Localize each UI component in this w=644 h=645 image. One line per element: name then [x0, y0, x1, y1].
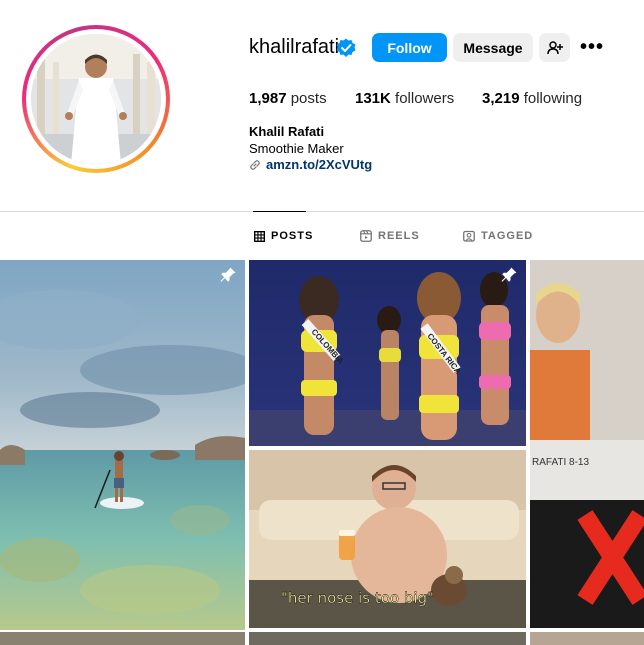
message-button[interactable]: Message: [453, 33, 533, 62]
active-tab-indicator: [253, 211, 306, 212]
meme-caption: "her nose is too big": [281, 589, 434, 607]
avatar-photo: [31, 34, 161, 164]
profile-avatar-ring[interactable]: [22, 25, 170, 173]
pinned-icon: [220, 267, 236, 282]
grid-icon: [254, 230, 265, 242]
bio-full-name: Khalil Rafati: [249, 124, 325, 139]
bio-link-row[interactable]: amzn.to/2XcVUtg: [249, 157, 372, 172]
post-tile-row3-left[interactable]: [0, 632, 245, 645]
following-stat[interactable]: 3,219 following: [482, 90, 582, 107]
followers-count: 131K: [355, 90, 391, 107]
followers-stat[interactable]: 131K followers: [355, 90, 454, 107]
ted-sign-text: RAFATI 8-13: [532, 457, 589, 468]
link-icon: [250, 159, 260, 170]
following-count: 3,219: [482, 90, 520, 107]
posts-stat: 1,987 posts: [249, 90, 327, 107]
avatar[interactable]: [31, 34, 161, 164]
reels-icon: [360, 230, 372, 242]
verified-badge-icon: [336, 38, 356, 57]
bio-description: Smoothie Maker: [249, 141, 344, 156]
posts-count: 1,987: [249, 90, 287, 107]
avatar-border: [26, 29, 166, 169]
post-tile-pageant[interactable]: COLOMBIA COSTA RICA: [249, 260, 526, 446]
tab-posts-label: POSTS: [271, 230, 314, 242]
post-image-pageant: COLOMBIA COSTA RICA: [249, 260, 526, 446]
bio-link[interactable]: amzn.to/2XcVUtg: [266, 157, 372, 172]
follow-button[interactable]: Follow: [372, 33, 447, 62]
tab-tagged-label: TAGGED: [481, 230, 534, 242]
more-options-icon[interactable]: •••: [578, 36, 606, 58]
pinned-icon: [501, 267, 517, 282]
following-label: following: [523, 90, 583, 107]
posts-label: posts: [290, 90, 327, 107]
post-tile-row3-mid[interactable]: [249, 632, 526, 645]
post-image-meme: "her nose is too big": [249, 450, 526, 628]
tabs-divider: [0, 211, 644, 212]
add-user-icon: [546, 40, 563, 54]
tab-tagged[interactable]: TAGGED: [463, 230, 533, 242]
tab-reels[interactable]: REELS: [360, 230, 420, 242]
post-tile-ted[interactable]: RAFATI 8-13: [530, 260, 644, 628]
post-image-paddleboard: [0, 260, 245, 630]
post-image-ted-talk: RAFATI 8-13: [530, 260, 644, 628]
tab-reels-label: REELS: [378, 230, 420, 242]
post-tile-meme[interactable]: "her nose is too big": [249, 450, 526, 628]
post-tile-row3-right[interactable]: [530, 632, 644, 645]
profile-username: khalilrafati: [249, 36, 340, 58]
post-tile-paddleboard[interactable]: [0, 260, 245, 630]
suggested-users-button[interactable]: [539, 33, 570, 62]
tab-posts[interactable]: POSTS: [254, 230, 313, 242]
tagged-icon: [463, 230, 475, 242]
followers-label: followers: [395, 90, 455, 107]
